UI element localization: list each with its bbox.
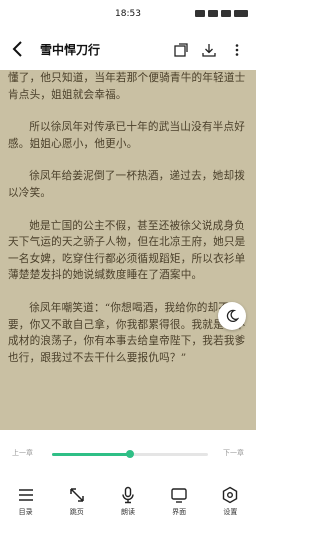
microphone-icon (122, 486, 134, 504)
reading-area[interactable]: 懂了，他只知道，当年若那个便骑青牛的年轻道士肯点头，姐姐就会幸福。 所以徐凤年对… (0, 70, 256, 430)
settings-icon (223, 486, 238, 504)
prev-chapter-button[interactable]: 上一章 (12, 448, 33, 458)
back-arrow-icon[interactable] (10, 40, 26, 58)
moon-icon (226, 309, 239, 323)
display-icon (171, 488, 187, 503)
progress-handle[interactable] (126, 450, 134, 458)
next-chapter-button[interactable]: 下一章 (223, 448, 244, 458)
download-icon[interactable] (202, 42, 216, 57)
expand-icon (70, 488, 84, 502)
toolbar-label: 目录 (18, 508, 33, 516)
toolbar-label: 跳页 (69, 508, 84, 516)
paragraph: 所以徐凤年对传承已十年的武当山没有半点好感。姐姐心愿小，他更小。 (8, 121, 246, 150)
paragraph: 徐凤年给姜泥倒了一杯热酒，递过去，她却拨以冷笑。 (8, 170, 246, 199)
catalog-icon (18, 489, 33, 501)
toolbar-label: 设置 (223, 508, 238, 516)
signal-icon (221, 10, 231, 17)
reader-header: 雪中悍刀行 (0, 30, 256, 70)
toolbar-display[interactable]: 界面 (159, 486, 199, 526)
toolbar-settings[interactable]: 设置 (210, 486, 250, 526)
reader-control-panel: 上一章 下一章 目录 跳页 朗读 界面 设置 (0, 430, 256, 534)
night-mode-button[interactable] (218, 302, 246, 330)
book-title: 雪中悍刀行 (40, 43, 101, 57)
toolbar-catalog[interactable]: 目录 (6, 486, 46, 526)
chapter-text: 懂了，他只知道，当年若那个便骑青牛的年轻道士肯点头，姐姐就会幸福。 所以徐凤年对… (0, 70, 256, 382)
wifi-icon (208, 10, 218, 17)
progress-slider[interactable] (52, 450, 208, 458)
progress-fill (52, 453, 130, 456)
sync-icon[interactable] (174, 42, 188, 57)
paragraph: 懂了，他只知道，当年若那个便骑青牛的年轻道士肯点头，姐姐就会幸福。 (8, 72, 246, 101)
status-bar: 18:53 (0, 0, 256, 30)
bottom-toolbar: 目录 跳页 朗读 界面 设置 (0, 486, 256, 526)
status-icons (195, 10, 248, 17)
toolbar-label: 界面 (172, 508, 187, 516)
toolbar-label: 朗读 (120, 508, 135, 516)
more-icon[interactable] (230, 42, 244, 56)
battery-icon (234, 10, 248, 17)
toolbar-read-aloud[interactable]: 朗读 (108, 486, 148, 526)
toolbar-jump[interactable]: 跳页 (57, 486, 97, 526)
alarm-icon (195, 10, 205, 17)
paragraph: 徐凤年嘲笑道：“你想喝酒，我给你的却不要，你又不敢自己拿，你我都累得很。我就是个… (8, 301, 246, 364)
paragraph: 她是亡国的公主不假，甚至还被徐父说成身负天下气运的天之骄子人物，但在北凉王府，她… (8, 219, 246, 282)
